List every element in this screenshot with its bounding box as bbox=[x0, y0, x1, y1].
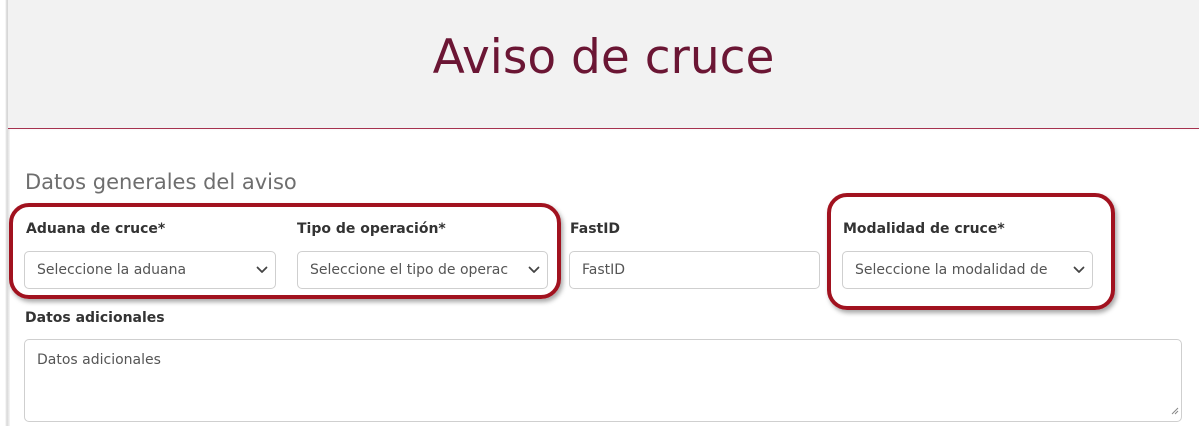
page-header: Aviso de cruce bbox=[8, 0, 1199, 129]
aduana-select[interactable]: Seleccione la aduana bbox=[24, 251, 276, 289]
datos-adicionales-label: Datos adicionales bbox=[25, 310, 165, 326]
modalidad-select[interactable]: Seleccione la modalidad de bbox=[842, 251, 1093, 289]
tipo-operacion-label: Tipo de operación* bbox=[297, 221, 446, 237]
fastid-placeholder: FastID bbox=[582, 262, 626, 278]
chevron-down-icon bbox=[1066, 266, 1092, 274]
datos-adicionales-textarea[interactable]: Datos adicionales bbox=[24, 339, 1182, 422]
fastid-label: FastID bbox=[570, 221, 621, 237]
modalidad-label: Modalidad de cruce* bbox=[843, 221, 1005, 237]
tipo-operacion-select[interactable]: Seleccione el tipo de operac bbox=[297, 251, 548, 289]
page-title: Aviso de cruce bbox=[432, 30, 775, 85]
aduana-label: Aduana de cruce* bbox=[26, 221, 166, 237]
modalidad-select-value: Seleccione la modalidad de bbox=[855, 262, 1048, 278]
aduana-select-value: Seleccione la aduana bbox=[37, 262, 187, 278]
chevron-down-icon bbox=[249, 266, 275, 274]
fastid-input[interactable]: FastID bbox=[569, 251, 820, 289]
resize-grip-icon[interactable] bbox=[1170, 403, 1179, 419]
datos-adicionales-placeholder: Datos adicionales bbox=[37, 352, 161, 368]
tipo-operacion-select-value: Seleccione el tipo de operac bbox=[310, 262, 509, 278]
chevron-down-icon bbox=[521, 266, 547, 274]
section-title: Datos generales del aviso bbox=[25, 170, 297, 194]
